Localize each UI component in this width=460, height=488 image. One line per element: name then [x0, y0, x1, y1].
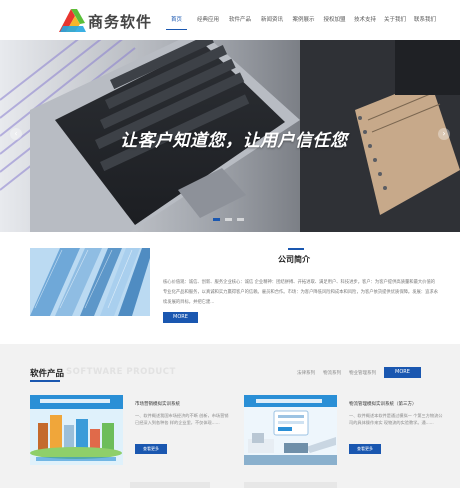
product-image [244, 395, 337, 465]
nav-item-cases[interactable]: 案例展示 [288, 0, 319, 40]
banner-dot[interactable] [237, 218, 244, 221]
site-header: 商务软件 首页 经典应用 软件产品 新闻资讯 案例展示 授权加盟 技术支持 关于… [0, 0, 460, 40]
product-title[interactable]: 物流管理模拟实训系统（第三方） [349, 401, 417, 407]
products-title-bar [30, 380, 60, 382]
nav-item-classic-apps[interactable]: 经典应用 [192, 0, 224, 40]
chevron-right-icon: › [442, 129, 446, 138]
products-title-en: SOFTWARE PRODUCT [66, 367, 176, 377]
about-more-button[interactable]: MORE [163, 312, 198, 323]
product-image [30, 395, 123, 465]
banner-dot[interactable] [213, 218, 220, 221]
banner-prev-button[interactable]: ‹ [10, 128, 22, 140]
about-section: 公司简介 核心价值观：诚信、创新、服务企业核心：诚信 企业精神：团结拼搏、开拓进… [0, 232, 460, 344]
product-card[interactable]: 物流管理模拟实训系统（第三方） 一、软件概述本软件是通过模拟一 个第三方物流公司… [244, 395, 447, 469]
banner-slogan: 让客户知道您，让用户信任您 [120, 131, 348, 151]
banner-pagination [213, 218, 244, 221]
nav-item-home[interactable]: 首页 [164, 0, 189, 40]
nav-item-news[interactable]: 新闻资讯 [256, 0, 288, 40]
product-detail-button[interactable]: 查看更多 [349, 444, 381, 454]
product-card[interactable]: 市场营销模拟实训系统 一、软件概述我国市场经济的不断 创新，市场营销已经深入到各… [30, 395, 233, 469]
hero-banner[interactable]: 让客户知道您，让用户信任您 ‹ › [0, 40, 460, 232]
tab-property-series[interactable]: 物业管理系列 [349, 370, 376, 376]
products-section: 软件产品 SOFTWARE PRODUCT 法律系列 物流系列 物业管理系列 M… [0, 344, 460, 488]
products-more-button[interactable]: MORE [384, 367, 421, 378]
products-title: 软件产品 [30, 369, 65, 379]
chevron-left-icon: ‹ [14, 129, 18, 138]
product-desc: 一、软件概述本软件是通过模拟一 个第三方物流公司的具体操作来实 现物流的实验教学… [349, 413, 443, 425]
about-title: 公司简介 [278, 255, 310, 264]
about-text: 核心价值观：诚信、创新、服务企业核心：诚信 企业精神：团结拼搏、开拓进取、满足用… [163, 280, 438, 305]
logo-text[interactable]: 商务软件 [88, 11, 152, 32]
tab-law-series[interactable]: 法律系列 [297, 370, 315, 376]
product-card[interactable] [130, 482, 210, 488]
product-desc: 一、软件概述我国市场经济的不断 创新，市场营销已经深入到各种各 样的企业里，不仅… [135, 413, 229, 425]
nav-item-contact[interactable]: 联系我们 [410, 0, 440, 40]
logo-icon[interactable] [57, 6, 87, 34]
banner-next-button[interactable]: › [438, 128, 450, 140]
product-detail-button[interactable]: 查看更多 [135, 444, 167, 454]
main-nav: 首页 经典应用 软件产品 新闻资讯 案例展示 授权加盟 技术支持 关于我们 联系… [164, 0, 440, 40]
nav-item-products[interactable]: 软件产品 [224, 0, 256, 40]
nav-item-support[interactable]: 技术支持 [350, 0, 380, 40]
product-title[interactable]: 市场营销模拟实训系统 [135, 401, 180, 407]
banner-dot[interactable] [225, 218, 232, 221]
about-image [30, 248, 150, 316]
about-title-bar [288, 248, 304, 250]
product-card[interactable] [244, 482, 337, 488]
nav-item-about[interactable]: 关于我们 [380, 0, 410, 40]
tab-logistics-series[interactable]: 物流系列 [323, 370, 341, 376]
nav-item-franchise[interactable]: 授权加盟 [319, 0, 350, 40]
products-tabs: 法律系列 物流系列 物业管理系列 MORE [297, 367, 421, 378]
